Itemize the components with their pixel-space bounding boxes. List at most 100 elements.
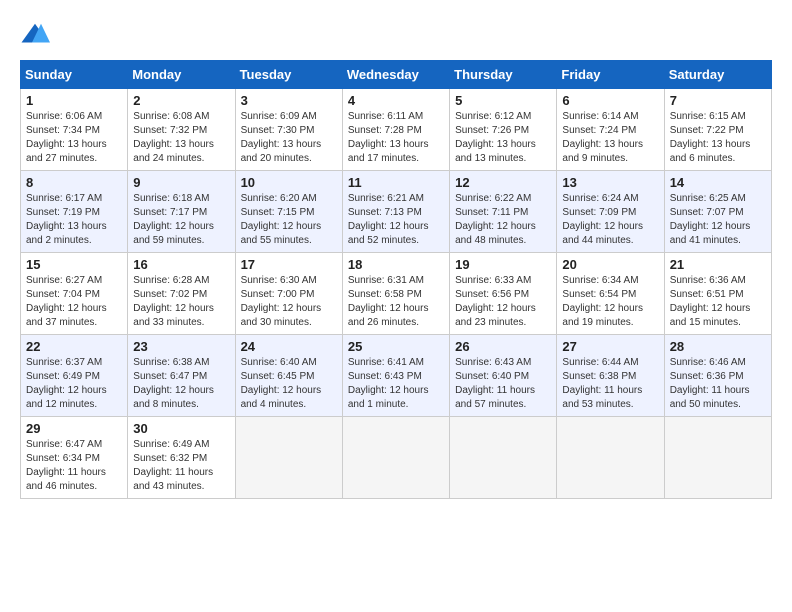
calendar-cell: 21 Sunrise: 6:36 AMSunset: 6:51 PMDayligh… (664, 253, 771, 335)
calendar-cell: 17Sunrise: 6:30 AMSunset: 7:00 PMDayligh… (235, 253, 342, 335)
calendar-cell (235, 417, 342, 499)
calendar-cell: 13 Sunrise: 6:24 AMSunset: 7:09 PMDayligh… (557, 171, 664, 253)
day-number: 20 (562, 257, 658, 272)
calendar-week-row: 8 Sunrise: 6:17 AMSunset: 7:19 PMDaylight… (21, 171, 772, 253)
calendar-cell (450, 417, 557, 499)
day-info: Sunrise: 6:43 AMSunset: 6:40 PMDaylight:… (455, 356, 551, 412)
day-info: Sunrise: 6:12 AMSunset: 7:26 PMDaylight:… (455, 110, 551, 166)
calendar-cell (557, 417, 664, 499)
calendar-cell: 28 Sunrise: 6:46 AMSunset: 6:36 PMDayligh… (664, 335, 771, 417)
day-info: Sunrise: 6:22 AMSunset: 7:11 PMDaylight:… (455, 192, 551, 248)
day-info: Sunrise: 6:25 AMSunset: 7:07 PMDaylight:… (670, 192, 766, 248)
day-number: 2 (133, 93, 229, 108)
calendar-cell: 12 Sunrise: 6:22 AMSunset: 7:11 PMDayligh… (450, 171, 557, 253)
day-info: Sunrise: 6:18 AMSunset: 7:17 PMDaylight:… (133, 192, 229, 248)
col-header-thursday: Thursday (450, 61, 557, 89)
day-number: 22 (26, 339, 122, 354)
calendar-cell: 7Sunrise: 6:15 AMSunset: 7:22 PMDaylight… (664, 89, 771, 171)
calendar-week-row: 1 Sunrise: 6:06 AMSunset: 7:34 PMDaylight… (21, 89, 772, 171)
day-info: Sunrise: 6:14 AMSunset: 7:24 PMDaylight:… (562, 110, 658, 166)
day-number: 23 (133, 339, 229, 354)
calendar-cell: 30Sunrise: 6:49 AMSunset: 6:32 PMDayligh… (128, 417, 235, 499)
day-info: Sunrise: 6:24 AMSunset: 7:09 PMDaylight:… (562, 192, 658, 248)
calendar-cell: 10 Sunrise: 6:20 AMSunset: 7:15 PMDayligh… (235, 171, 342, 253)
day-number: 5 (455, 93, 551, 108)
calendar-cell: 4 Sunrise: 6:11 AMSunset: 7:28 PMDaylight… (342, 89, 449, 171)
calendar-cell: 5 Sunrise: 6:12 AMSunset: 7:26 PMDaylight… (450, 89, 557, 171)
calendar-cell: 26 Sunrise: 6:43 AMSunset: 6:40 PMDayligh… (450, 335, 557, 417)
day-number: 14 (670, 175, 766, 190)
day-number: 1 (26, 93, 122, 108)
day-info: Sunrise: 6:33 AMSunset: 6:56 PMDaylight:… (455, 274, 551, 330)
calendar-cell: 18 Sunrise: 6:31 AMSunset: 6:58 PMDayligh… (342, 253, 449, 335)
day-number: 4 (348, 93, 444, 108)
day-info: Sunrise: 6:09 AMSunset: 7:30 PMDaylight:… (241, 110, 337, 166)
day-number: 21 (670, 257, 766, 272)
calendar-cell: 24 Sunrise: 6:40 AMSunset: 6:45 PMDayligh… (235, 335, 342, 417)
calendar-week-row: 15 Sunrise: 6:27 AMSunset: 7:04 PMDayligh… (21, 253, 772, 335)
day-info: Sunrise: 6:11 AMSunset: 7:28 PMDaylight:… (348, 110, 444, 166)
calendar-cell: 11 Sunrise: 6:21 AMSunset: 7:13 PMDayligh… (342, 171, 449, 253)
day-number: 15 (26, 257, 122, 272)
day-number: 8 (26, 175, 122, 190)
day-number: 24 (241, 339, 337, 354)
calendar-table: SundayMondayTuesdayWednesdayThursdayFrid… (20, 60, 772, 499)
col-header-sunday: Sunday (21, 61, 128, 89)
calendar-cell: 27 Sunrise: 6:44 AMSunset: 6:38 PMDayligh… (557, 335, 664, 417)
day-number: 28 (670, 339, 766, 354)
day-info: Sunrise: 6:47 AMSunset: 6:34 PMDaylight:… (26, 438, 122, 494)
page-header (20, 20, 772, 50)
day-number: 12 (455, 175, 551, 190)
logo-icon (20, 20, 50, 50)
col-header-friday: Friday (557, 61, 664, 89)
calendar-week-row: 22 Sunrise: 6:37 AMSunset: 6:49 PMDayligh… (21, 335, 772, 417)
day-info: Sunrise: 6:28 AMSunset: 7:02 PMDaylight:… (133, 274, 229, 330)
col-header-wednesday: Wednesday (342, 61, 449, 89)
calendar-cell (664, 417, 771, 499)
calendar-cell: 19 Sunrise: 6:33 AMSunset: 6:56 PMDayligh… (450, 253, 557, 335)
day-info: Sunrise: 6:41 AMSunset: 6:43 PMDaylight:… (348, 356, 444, 412)
day-info: Sunrise: 6:46 AMSunset: 6:36 PMDaylight:… (670, 356, 766, 412)
day-number: 27 (562, 339, 658, 354)
day-info: Sunrise: 6:15 AMSunset: 7:22 PMDaylight:… (670, 110, 766, 166)
day-info: Sunrise: 6:38 AMSunset: 6:47 PMDaylight:… (133, 356, 229, 412)
calendar-cell: 29 Sunrise: 6:47 AMSunset: 6:34 PMDayligh… (21, 417, 128, 499)
calendar-cell: 14 Sunrise: 6:25 AMSunset: 7:07 PMDayligh… (664, 171, 771, 253)
day-number: 26 (455, 339, 551, 354)
calendar-cell: 8 Sunrise: 6:17 AMSunset: 7:19 PMDaylight… (21, 171, 128, 253)
col-header-monday: Monday (128, 61, 235, 89)
day-number: 16 (133, 257, 229, 272)
day-number: 13 (562, 175, 658, 190)
col-header-saturday: Saturday (664, 61, 771, 89)
calendar-week-row: 29 Sunrise: 6:47 AMSunset: 6:34 PMDayligh… (21, 417, 772, 499)
day-info: Sunrise: 6:34 AMSunset: 6:54 PMDaylight:… (562, 274, 658, 330)
day-info: Sunrise: 6:37 AMSunset: 6:49 PMDaylight:… (26, 356, 122, 412)
day-number: 10 (241, 175, 337, 190)
day-info: Sunrise: 6:31 AMSunset: 6:58 PMDaylight:… (348, 274, 444, 330)
day-info: Sunrise: 6:08 AMSunset: 7:32 PMDaylight:… (133, 110, 229, 166)
day-number: 11 (348, 175, 444, 190)
day-number: 9 (133, 175, 229, 190)
day-info: Sunrise: 6:20 AMSunset: 7:15 PMDaylight:… (241, 192, 337, 248)
calendar-cell: 16 Sunrise: 6:28 AMSunset: 7:02 PMDayligh… (128, 253, 235, 335)
calendar-cell: 9 Sunrise: 6:18 AMSunset: 7:17 PMDaylight… (128, 171, 235, 253)
day-info: Sunrise: 6:44 AMSunset: 6:38 PMDaylight:… (562, 356, 658, 412)
day-number: 29 (26, 421, 122, 436)
day-number: 17 (241, 257, 337, 272)
day-number: 3 (241, 93, 337, 108)
day-info: Sunrise: 6:27 AMSunset: 7:04 PMDaylight:… (26, 274, 122, 330)
day-number: 18 (348, 257, 444, 272)
calendar-cell: 1 Sunrise: 6:06 AMSunset: 7:34 PMDaylight… (21, 89, 128, 171)
day-number: 6 (562, 93, 658, 108)
calendar-cell: 25Sunrise: 6:41 AMSunset: 6:43 PMDayligh… (342, 335, 449, 417)
day-info: Sunrise: 6:40 AMSunset: 6:45 PMDaylight:… (241, 356, 337, 412)
day-info: Sunrise: 6:49 AMSunset: 6:32 PMDaylight:… (133, 438, 229, 494)
day-info: Sunrise: 6:17 AMSunset: 7:19 PMDaylight:… (26, 192, 122, 248)
calendar-cell: 6 Sunrise: 6:14 AMSunset: 7:24 PMDaylight… (557, 89, 664, 171)
calendar-cell: 23 Sunrise: 6:38 AMSunset: 6:47 PMDayligh… (128, 335, 235, 417)
day-info: Sunrise: 6:36 AMSunset: 6:51 PMDaylight:… (670, 274, 766, 330)
day-info: Sunrise: 6:06 AMSunset: 7:34 PMDaylight:… (26, 110, 122, 166)
calendar-cell: 3 Sunrise: 6:09 AMSunset: 7:30 PMDaylight… (235, 89, 342, 171)
day-info: Sunrise: 6:21 AMSunset: 7:13 PMDaylight:… (348, 192, 444, 248)
day-number: 19 (455, 257, 551, 272)
